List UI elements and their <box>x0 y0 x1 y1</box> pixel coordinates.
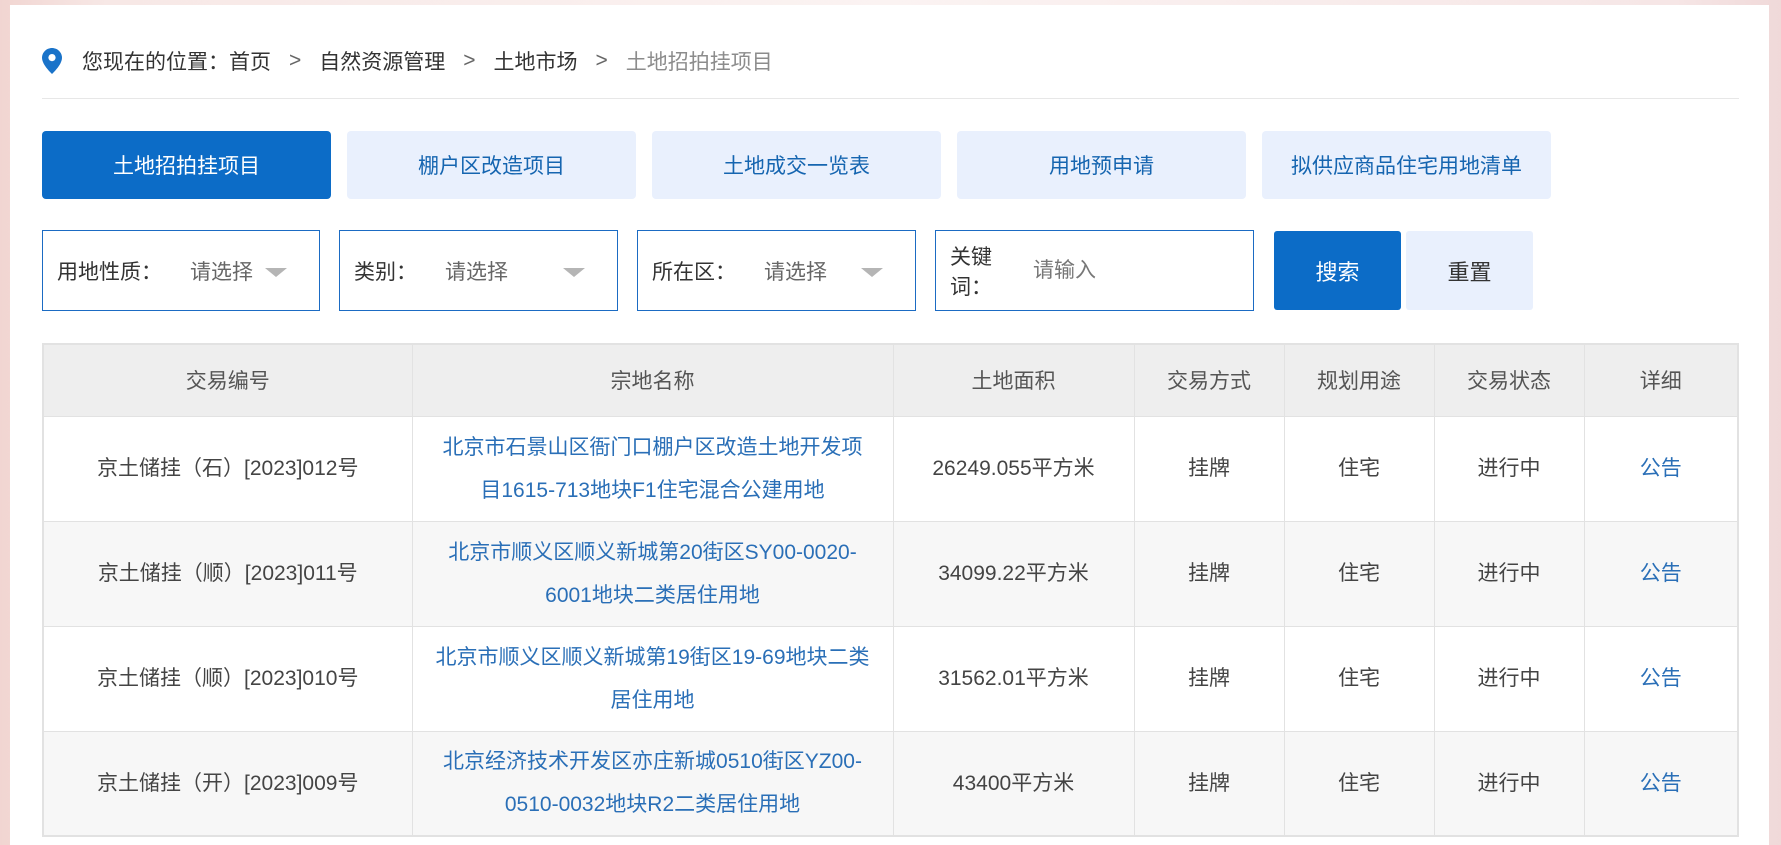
breadcrumb-home[interactable]: 首页 <box>229 46 271 76</box>
chevron-down-icon <box>563 268 585 277</box>
tab-planned-residential-land[interactable]: 拟供应商品住宅用地清单 <box>1262 131 1551 199</box>
planned-usage: 住宅 <box>1283 520 1435 627</box>
announcement-link[interactable]: 公告 <box>1640 457 1682 480</box>
parcel-name-link[interactable]: 北京市顺义区顺义新城第20街区SY00-0020-6001地块二类居住用地 <box>448 541 856 607</box>
column-header: 交易方式 <box>1133 343 1285 417</box>
transaction-status: 进行中 <box>1433 730 1585 837</box>
announcement-link[interactable]: 公告 <box>1640 562 1682 585</box>
transaction-method: 挂牌 <box>1133 520 1285 627</box>
chevron-down-icon <box>265 268 287 277</box>
transaction-method: 挂牌 <box>1133 415 1285 522</box>
land-area: 34099.22平方米 <box>892 520 1135 627</box>
category-select[interactable]: 类别： 请选择 <box>339 230 618 311</box>
land-nature-value: 请选择 <box>190 260 253 284</box>
transaction-code: 京土储挂（顺）[2023]010号 <box>42 625 413 732</box>
keyword-input[interactable] <box>1033 258 1253 283</box>
location-pin-icon <box>42 48 62 74</box>
table-row: 京土储挂（开）[2023]009号 北京经济技术开发区亦庄新城0510街区YZ0… <box>42 730 1739 837</box>
category-label: 类别： <box>354 260 417 284</box>
transaction-method: 挂牌 <box>1133 730 1285 837</box>
land-area: 43400平方米 <box>892 730 1135 837</box>
land-nature-label: 用地性质： <box>57 260 162 284</box>
transaction-method: 挂牌 <box>1133 625 1285 732</box>
content-panel: 您现在的位置： 首页 > 自然资源管理 > 土地市场 > 土地招拍挂项目 土地招… <box>10 5 1769 845</box>
breadcrumb-current: 土地招拍挂项目 <box>625 51 773 74</box>
column-header: 宗地名称 <box>411 343 894 417</box>
transaction-status: 进行中 <box>1433 415 1585 522</box>
transaction-code: 京土储挂（顺）[2023]011号 <box>42 520 413 627</box>
column-header: 规划用途 <box>1283 343 1435 417</box>
transaction-code: 京土储挂（石）[2023]012号 <box>42 415 413 522</box>
breadcrumb-prefix: 您现在的位置： <box>82 51 229 74</box>
column-header: 详细 <box>1583 343 1739 417</box>
search-button[interactable]: 搜索 <box>1274 231 1401 310</box>
breadcrumb-separator: > <box>595 49 608 72</box>
column-header: 土地面积 <box>892 343 1135 417</box>
column-header: 交易编号 <box>42 343 413 417</box>
district-select[interactable]: 所在区： 请选择 <box>637 230 916 311</box>
table-header-row: 交易编号 宗地名称 土地面积 交易方式 规划用途 交易状态 详细 <box>42 343 1739 417</box>
district-value: 请选择 <box>764 260 827 284</box>
table-row: 京土储挂（石）[2023]012号 北京市石景山区衙门口棚户区改造土地开发项目1… <box>42 415 1739 522</box>
parcel-name-link[interactable]: 北京市石景山区衙门口棚户区改造土地开发项目1615-713地块F1住宅混合公建用… <box>443 436 863 502</box>
announcement-link[interactable]: 公告 <box>1640 772 1682 795</box>
breadcrumb-land-market[interactable]: 土地市场 <box>494 46 578 76</box>
planned-usage: 住宅 <box>1283 625 1435 732</box>
tab-land-pre-application[interactable]: 用地预申请 <box>957 131 1246 199</box>
results-table-wrapper: 交易编号 宗地名称 土地面积 交易方式 规划用途 交易状态 详细 京土储挂（石）… <box>42 343 1739 837</box>
planned-usage: 住宅 <box>1283 415 1435 522</box>
announcement-link[interactable]: 公告 <box>1640 667 1682 690</box>
table-row: 京土储挂（顺）[2023]011号 北京市顺义区顺义新城第20街区SY00-00… <box>42 520 1739 627</box>
breadcrumb-natural-resources[interactable]: 自然资源管理 <box>319 46 445 76</box>
table-row: 京土储挂（顺）[2023]010号 北京市顺义区顺义新城第19街区19-69地块… <box>42 625 1739 732</box>
tab-land-auction-projects[interactable]: 土地招拍挂项目 <box>42 131 331 199</box>
land-area: 31562.01平方米 <box>892 625 1135 732</box>
parcel-name-link[interactable]: 北京市顺义区顺义新城第19街区19-69地块二类居住用地 <box>435 646 869 712</box>
land-area: 26249.055平方米 <box>892 415 1135 522</box>
breadcrumb-separator: > <box>289 49 302 72</box>
column-header: 交易状态 <box>1433 343 1585 417</box>
breadcrumb-separator: > <box>463 49 476 72</box>
land-nature-select[interactable]: 用地性质： 请选择 <box>42 230 320 311</box>
keyword-field: 关键词： <box>935 230 1254 311</box>
tab-shantytown-renovation[interactable]: 棚户区改造项目 <box>347 131 636 199</box>
results-table: 交易编号 宗地名称 土地面积 交易方式 规划用途 交易状态 详细 京土储挂（石）… <box>42 343 1739 837</box>
transaction-code: 京土储挂（开）[2023]009号 <box>42 730 413 837</box>
transaction-status: 进行中 <box>1433 520 1585 627</box>
filter-bar: 用地性质： 请选择 类别： 请选择 所在区： 请选择 关键词： 搜索 重置 <box>42 230 1739 311</box>
district-label: 所在区： <box>652 260 736 284</box>
tab-bar: 土地招拍挂项目 棚户区改造项目 土地成交一览表 用地预申请 拟供应商品住宅用地清… <box>42 131 1551 199</box>
chevron-down-icon <box>861 268 883 277</box>
breadcrumb: 您现在的位置： 首页 > 自然资源管理 > 土地市场 > 土地招拍挂项目 <box>42 43 1739 79</box>
planned-usage: 住宅 <box>1283 730 1435 837</box>
tab-land-transactions[interactable]: 土地成交一览表 <box>652 131 941 199</box>
category-value: 请选择 <box>445 260 508 284</box>
divider <box>42 98 1739 99</box>
reset-button[interactable]: 重置 <box>1406 231 1533 310</box>
transaction-status: 进行中 <box>1433 625 1585 732</box>
parcel-name-link[interactable]: 北京经济技术开发区亦庄新城0510街区YZ00-0510-0032地块R2二类居… <box>443 750 862 816</box>
keyword-label: 关键词： <box>950 245 992 299</box>
